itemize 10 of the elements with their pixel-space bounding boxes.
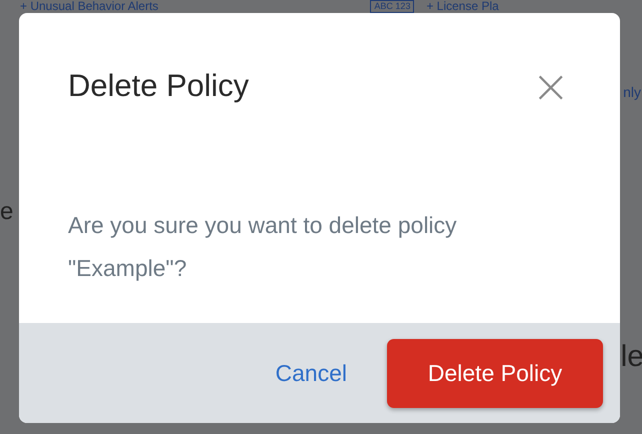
background-text: e [0, 198, 14, 226]
plate-badge: ABC 123 [370, 0, 414, 13]
add-alerts-link[interactable]: + Unusual Behavior Alerts [20, 0, 158, 13]
background-text: nly [623, 84, 641, 100]
cancel-button[interactable]: Cancel [275, 360, 347, 386]
delete-button[interactable]: Delete Policy [387, 338, 603, 408]
add-license-plate-link[interactable]: + License Pla [426, 0, 499, 13]
close-button[interactable]: × [531, 63, 570, 109]
dialog-message: Are you sure you want to delete policy "Example"? [68, 211, 458, 283]
dialog-title: Delete Policy [68, 68, 249, 104]
